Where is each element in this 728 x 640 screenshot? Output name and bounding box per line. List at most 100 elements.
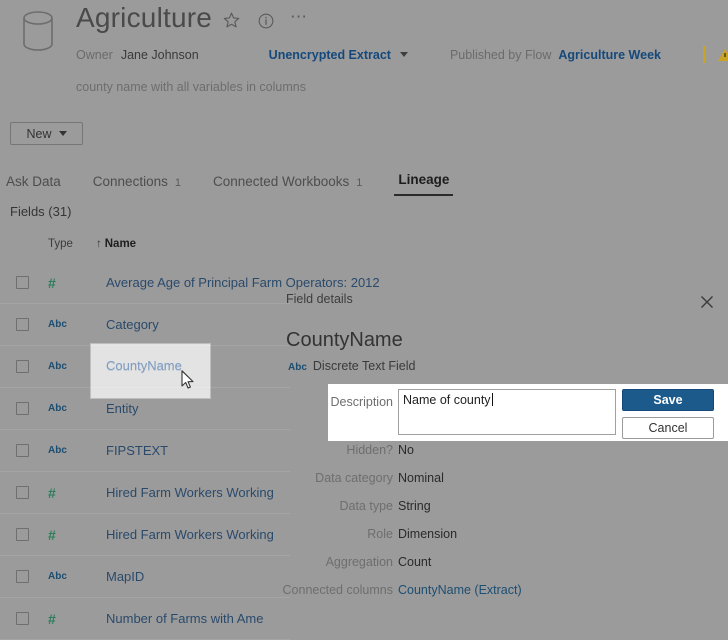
header-meta-row: Owner Jane Johnson Unencrypted Extract P… (76, 46, 728, 63)
description-input-value: Name of county (403, 393, 491, 407)
property-value: String (398, 499, 431, 513)
number-type-icon: # (48, 526, 56, 543)
tab-count: 1 (356, 177, 363, 189)
tab-count: 1 (174, 177, 181, 189)
quality-accent-bar (702, 46, 706, 63)
tab-connected-workbooks[interactable]: Connected Workbooks 1 (213, 174, 362, 196)
field-details-name: CountyName (286, 329, 403, 351)
tab-connections[interactable]: Connections 1 (93, 174, 181, 196)
property-key: Connected columns (282, 583, 393, 597)
table-row[interactable]: # Hired Farm Workers Working (0, 514, 290, 556)
row-checkbox[interactable] (16, 360, 29, 373)
warning-triangle-icon (717, 48, 728, 61)
field-details-panel: Field details CountyName Abc Discrete Te… (270, 292, 728, 628)
text-type-icon: Abc (48, 319, 67, 330)
new-button-label: New (26, 126, 52, 141)
save-button[interactable]: Save (622, 389, 714, 411)
table-row[interactable]: # Hired Farm Workers Working (0, 472, 290, 514)
connected-column-link[interactable]: CountyName (Extract) (398, 583, 522, 597)
field-name-link[interactable]: Category (106, 317, 159, 332)
property-key: Data category (315, 471, 393, 485)
header-icon-group: ⋯ (222, 8, 308, 30)
field-name-link[interactable]: Hired Farm Workers Working (106, 485, 274, 500)
row-checkbox[interactable] (16, 570, 29, 583)
field-name-link[interactable]: MapID (106, 569, 144, 584)
owner-label: Owner (76, 47, 113, 62)
row-checkbox[interactable] (16, 528, 29, 541)
close-icon[interactable] (699, 294, 715, 310)
field-details-type: Abc Discrete Text Field (288, 359, 416, 373)
text-type-icon: Abc (48, 403, 67, 414)
property-row-hidden: Hidden? No (270, 443, 728, 471)
tab-ask-data[interactable]: Ask Data (6, 174, 61, 196)
page-title: Agriculture (76, 2, 213, 33)
chevron-down-icon (58, 131, 67, 136)
table-row[interactable]: Abc MapID (0, 556, 290, 598)
column-header-name-label: Name (104, 238, 137, 250)
field-name-link[interactable]: Number of Farms with Ame (106, 611, 264, 626)
property-key: Hidden? (346, 443, 393, 457)
info-circle-icon[interactable] (256, 11, 275, 30)
field-details-title: Field details (286, 292, 353, 306)
tab-label: Ask Data (6, 174, 61, 189)
field-name-link[interactable]: Entity (106, 401, 139, 416)
property-key: Role (367, 527, 393, 541)
tab-label: Connections (92, 174, 168, 189)
row-checkbox[interactable] (16, 444, 29, 457)
table-row[interactable]: Abc FIPSTEXT (0, 430, 290, 472)
column-header-name[interactable]: ↑ Name (96, 238, 136, 250)
description-input[interactable]: Name of county (398, 389, 616, 435)
field-name-link[interactable]: FIPSTEXT (106, 443, 168, 458)
property-row-role: Role Dimension (270, 527, 728, 555)
description-editor: Description Name of county Save Cancel (328, 384, 728, 441)
field-name-link[interactable]: Hired Farm Workers Working (106, 527, 274, 542)
text-type-icon: Abc (288, 362, 307, 373)
ellipsis-icon[interactable]: ⋯ (290, 8, 308, 29)
text-type-icon: Abc (48, 445, 67, 456)
owner-value: Jane Johnson (120, 47, 199, 62)
description-label: Description (330, 395, 393, 409)
cancel-button[interactable]: Cancel (622, 417, 714, 439)
hovered-field-label: CountyName (106, 358, 182, 373)
tab-label: Connected Workbooks (212, 174, 350, 189)
database-cylinder-icon (23, 11, 53, 51)
chevron-down-icon[interactable] (399, 52, 408, 57)
table-row[interactable]: # Number of Farms with Ame (0, 598, 290, 640)
field-name-link[interactable]: Average Age of Principal Farm Operators:… (106, 275, 380, 290)
field-properties-list: Hidden? No Data category Nominal Data ty… (270, 443, 728, 611)
published-flow-link[interactable]: Agriculture Week (558, 48, 661, 62)
property-row-data-category: Data category Nominal (270, 471, 728, 499)
text-caret (491, 393, 493, 406)
property-row-data-type: Data type String (270, 499, 728, 527)
row-checkbox[interactable] (16, 402, 29, 415)
number-type-icon: # (48, 610, 56, 627)
star-icon[interactable] (222, 11, 241, 30)
datasource-description: county name with all variables in column… (76, 80, 306, 94)
table-row[interactable]: Abc Category (0, 304, 290, 346)
property-row-aggregation: Aggregation Count (270, 555, 728, 583)
fields-heading: Fields (31) (10, 204, 72, 219)
table-row[interactable]: # Average Age of Principal Farm Operator… (0, 262, 380, 304)
tab-label: Lineage (398, 172, 450, 187)
extract-type-link[interactable]: Unencrypted Extract (269, 48, 391, 62)
dimmed-page-backdrop: Agriculture ⋯ Owner Jane Johnson Unencry… (0, 0, 728, 640)
property-key: Data type (339, 499, 393, 513)
row-checkbox[interactable] (16, 318, 29, 331)
published-by-label: Published by Flow (449, 47, 552, 62)
mouse-cursor-icon (181, 370, 194, 389)
property-value: Count (398, 555, 432, 569)
description-editor-actions: Save Cancel (622, 389, 714, 439)
property-value: Dimension (398, 527, 458, 541)
column-header-type[interactable]: Type (48, 238, 73, 250)
new-button[interactable]: New (10, 122, 83, 145)
row-checkbox[interactable] (16, 612, 29, 625)
tab-lineage[interactable]: Lineage (394, 172, 454, 196)
property-key: Aggregation (325, 555, 393, 569)
row-checkbox[interactable] (16, 486, 29, 499)
property-row-connected-columns: Connected columns CountyName (Extract) (270, 583, 728, 611)
fields-table: # Average Age of Principal Farm Operator… (0, 262, 380, 640)
number-type-icon: # (48, 274, 56, 291)
datasource-header: Agriculture ⋯ Owner Jane Johnson Unencry… (0, 0, 728, 94)
field-details-type-label: Discrete Text Field (312, 359, 416, 373)
row-checkbox[interactable] (16, 276, 29, 289)
